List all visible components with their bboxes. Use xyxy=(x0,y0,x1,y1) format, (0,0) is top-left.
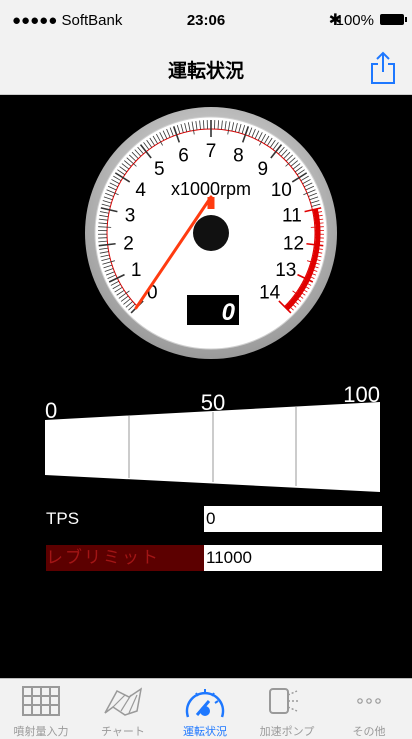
battery-percent: 100% xyxy=(336,12,374,29)
page-title: 運転状況 xyxy=(0,56,412,83)
throttle-label-mid: 50 xyxy=(201,390,225,415)
tps-row: TPS 0 xyxy=(46,506,382,532)
tick-label: 12 xyxy=(283,233,304,254)
tick-label: 10 xyxy=(271,180,292,201)
tick-label: 5 xyxy=(154,159,165,180)
rpm-display-value: 0 xyxy=(222,299,236,326)
pump-icon xyxy=(267,683,307,719)
tab-injection-input[interactable]: 噴射量入力 xyxy=(0,679,82,739)
tick-label: 3 xyxy=(125,206,136,227)
tick-label: 1 xyxy=(131,260,142,281)
tick-label: 8 xyxy=(233,146,244,167)
tab-label: その他 xyxy=(328,723,410,739)
tab-more[interactable]: その他 xyxy=(328,679,410,739)
tab-label: チャート xyxy=(82,723,164,739)
tab-driving-status[interactable]: 運転状況 xyxy=(164,679,246,739)
tick-label: 14 xyxy=(259,283,281,304)
grid-icon xyxy=(21,683,61,719)
tab-label: 運転状況 xyxy=(164,723,246,739)
more-icon xyxy=(349,683,389,719)
tps-value: 0 xyxy=(204,506,382,532)
throttle-label-min: 0 xyxy=(45,398,57,423)
tick-label: 7 xyxy=(206,141,217,162)
rev-limit-row: レブリミット 11000 xyxy=(46,545,382,571)
battery-icon xyxy=(380,14,404,25)
tab-bar: 噴射量入力 チャート 運転状況 加速ポンプ その他 xyxy=(0,678,412,739)
tick-label: 11 xyxy=(282,206,302,227)
throttle-label-max: 100 xyxy=(343,382,380,407)
tachometer-gauge: 01234567891011121314 x1000rpm 0 xyxy=(85,99,337,367)
tab-accel-pump[interactable]: 加速ポンプ xyxy=(246,679,328,739)
rev-limit-label: レブリミット xyxy=(46,545,204,571)
status-bar: ●●●●● SoftBank 23:06 ✱ 100% xyxy=(0,0,412,42)
gauge-icon xyxy=(185,683,225,719)
chart-3d-icon xyxy=(103,683,143,719)
tick-label: 9 xyxy=(257,159,268,180)
tick-label: 2 xyxy=(123,233,134,254)
tps-label: TPS xyxy=(46,506,204,532)
share-icon[interactable] xyxy=(368,50,398,86)
tab-label: 噴射量入力 xyxy=(0,723,82,739)
tab-chart[interactable]: チャート xyxy=(82,679,164,739)
tick-label: 6 xyxy=(178,146,189,167)
tab-label: 加速ポンプ xyxy=(246,723,328,739)
nav-bar: 運転状況 xyxy=(0,42,412,95)
needle-hub xyxy=(193,215,229,251)
tick-label: 4 xyxy=(135,180,146,201)
throttle-bar: 0 50 100 xyxy=(40,380,385,495)
rev-limit-value: 11000 xyxy=(204,545,382,571)
tick-label: 13 xyxy=(275,260,296,281)
